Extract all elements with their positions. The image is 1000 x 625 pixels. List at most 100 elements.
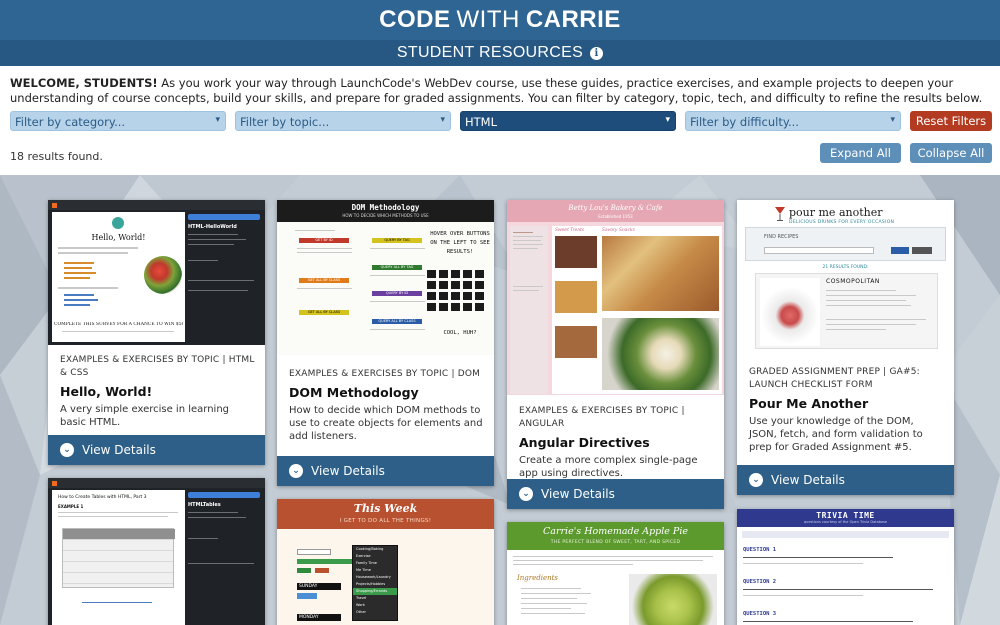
reset-filters-button[interactable]: Reset Filters bbox=[910, 111, 992, 131]
thumb-cool-text: Cool, huh? bbox=[443, 330, 477, 336]
thumb-hover-text: Hover over buttons on the left to see re… bbox=[430, 231, 490, 255]
card-thumbnail: Betty Lou's Bakery & Cafe Established 19… bbox=[507, 200, 724, 395]
thumb-heading: pour me another bbox=[789, 206, 883, 219]
cinnamon-bun-image bbox=[555, 236, 597, 268]
difficulty-filter[interactable]: Filter by difficulty... ▾ bbox=[685, 111, 901, 131]
view-details-button[interactable]: ⌄ View Details bbox=[277, 456, 494, 486]
filter-bar: Filter by category... ▾ Filter by topic.… bbox=[10, 111, 992, 131]
card-title: Pour Me Another bbox=[749, 396, 869, 411]
view-details-button[interactable]: ⌄ View Details bbox=[48, 435, 265, 465]
view-details-label: View Details bbox=[771, 473, 845, 487]
card-thumbnail: How to Create Tables with HTML, Part 3 E… bbox=[48, 478, 265, 625]
thumb-heading: DOM Methodology bbox=[351, 203, 420, 212]
resource-card-this-week: This Week I GET TO DO ALL THE THINGS! SU… bbox=[277, 499, 494, 625]
card-thumbnail: This Week I GET TO DO ALL THE THINGS! SU… bbox=[277, 499, 494, 625]
chevron-down-icon: ▾ bbox=[440, 115, 445, 125]
topic-filter[interactable]: Filter by topic... ▾ bbox=[235, 111, 451, 131]
tech-filter[interactable]: HTML ▾ bbox=[460, 111, 676, 131]
view-details-button[interactable]: ⌄ View Details bbox=[737, 465, 954, 495]
thumb-side-title: HTML-HelloWorld bbox=[188, 224, 237, 230]
resource-card-apple-pie: Carrie's Homemade Apple Pie THE PERFECT … bbox=[507, 522, 724, 625]
muffin-image bbox=[555, 326, 597, 358]
intro-text: WELCOME, STUDENTS! As you work your way … bbox=[10, 76, 990, 106]
site-title: CODE WITH CARRIE bbox=[0, 0, 1000, 40]
card-thumbnail: TRIVIA TIME questions courtesy of the Op… bbox=[737, 509, 954, 625]
thumb-section: Ingredients bbox=[517, 574, 559, 582]
expand-all-button[interactable]: Expand All bbox=[820, 143, 901, 163]
chevron-down-icon: ▾ bbox=[890, 115, 895, 125]
card-description: Use your knowledge of the DOM, JSON, fet… bbox=[749, 416, 923, 453]
resource-card-hello-world: Hello, World! COMPLETE THIS SURVEY FOR A… bbox=[48, 200, 265, 465]
thumb-heading: Betty Lou's Bakery & Cafe bbox=[568, 204, 663, 212]
thumb-side-title: HTMLTables bbox=[188, 502, 221, 508]
thumb-subheading: HOW TO DECIDE WHICH METHODS TO USE bbox=[342, 213, 429, 218]
chevron-down-icon: ⌄ bbox=[289, 464, 303, 478]
example-table bbox=[62, 528, 175, 588]
thumb-heading: Hello, World! bbox=[91, 233, 146, 242]
chevron-down-icon: ⌄ bbox=[60, 443, 74, 457]
apples-image bbox=[629, 574, 717, 625]
thumb-heading: Carrie's Homemade Apple Pie bbox=[543, 526, 688, 537]
thumb-subheading: I GET TO DO ALL THE THINGS! bbox=[339, 518, 432, 524]
results-gallery: Hello, World! COMPLETE THIS SURVEY FOR A… bbox=[0, 175, 1000, 625]
thumb-heading: TRIVIA TIME bbox=[816, 511, 875, 520]
card-description: Create a more complex single-page app us… bbox=[519, 455, 698, 479]
chevron-down-icon: ⌄ bbox=[749, 473, 763, 487]
tech-filter-value: HTML bbox=[465, 115, 498, 129]
thumb-subheading: questions courtesy of the Open Trivia Da… bbox=[803, 520, 888, 524]
card-category: EXAMPLES & EXERCISES BY TOPIC | ANGULAR bbox=[519, 406, 685, 429]
subtitle-text: STUDENT RESOURCES bbox=[396, 44, 584, 61]
thumb-banner: COMPLETE THIS SURVEY FOR A CHANCE TO WIN… bbox=[54, 322, 183, 327]
category-dropdown-open: Cooking/Baking Exercise Family Time Me T… bbox=[352, 545, 398, 621]
card-thumbnail: Hello, World! COMPLETE THIS SURVEY FOR A… bbox=[48, 200, 265, 345]
view-details-label: View Details bbox=[311, 464, 385, 478]
stuffed-squash-image bbox=[602, 236, 719, 311]
title-with: WITH bbox=[456, 6, 520, 33]
salad-image bbox=[602, 318, 719, 390]
view-details-button[interactable]: ⌄ View Details bbox=[507, 479, 724, 509]
category-filter-placeholder: Filter by category... bbox=[15, 115, 126, 129]
thumb-results: 21 RESULTS FOUND: bbox=[822, 265, 869, 270]
card-category: EXAMPLES & EXERCISES BY TOPIC | DOM bbox=[289, 369, 481, 379]
resource-card-angular-directives: Betty Lou's Bakery & Cafe Established 19… bbox=[507, 200, 724, 509]
chevron-down-icon: ▾ bbox=[215, 115, 220, 125]
collapse-all-button[interactable]: Collapse All bbox=[910, 143, 992, 163]
title-carrie: CARRIE bbox=[525, 6, 621, 33]
chevron-down-icon: ⌄ bbox=[519, 487, 533, 501]
thumb-subheading: THE PERFECT BLEND OF SWEET, TART, AND SP… bbox=[550, 540, 681, 545]
difficulty-filter-placeholder: Filter by difficulty... bbox=[690, 115, 799, 129]
cookie-image bbox=[555, 281, 597, 313]
fruit-bowl-image bbox=[144, 256, 182, 294]
resource-card-html-tables: How to Create Tables with HTML, Part 3 E… bbox=[48, 478, 265, 625]
results-count: 18 results found. bbox=[10, 150, 103, 163]
card-description: How to decide which DOM methods to use t… bbox=[289, 405, 483, 442]
card-thumbnail: Carrie's Homemade Apple Pie THE PERFECT … bbox=[507, 522, 724, 625]
resource-card-trivia-time: TRIVIA TIME questions courtesy of the Op… bbox=[737, 509, 954, 625]
thumb-subheading: DELICIOUS DRINKS FOR EVERY OCCASION bbox=[789, 220, 895, 225]
page-subtitle: STUDENT RESOURCES i bbox=[0, 40, 1000, 66]
card-title: DOM Methodology bbox=[289, 385, 419, 400]
view-details-label: View Details bbox=[82, 443, 156, 457]
resource-card-pour-me-another: pour me another DELICIOUS DRINKS FOR EVE… bbox=[737, 200, 954, 495]
card-title: Hello, World! bbox=[60, 384, 153, 399]
card-title: Angular Directives bbox=[519, 435, 650, 450]
thumb-heading: This Week bbox=[353, 502, 418, 515]
card-category: GRADED ASSIGNMENT PREP | GA#5: LAUNCH CH… bbox=[749, 367, 920, 390]
card-thumbnail: DOM Methodology HOW TO DECIDE WHICH METH… bbox=[277, 200, 494, 355]
resource-card-dom-methodology: DOM Methodology HOW TO DECIDE WHICH METH… bbox=[277, 200, 494, 486]
thumb-heading: How to Create Tables with HTML, Part 3 bbox=[58, 495, 147, 500]
cosmopolitan-image bbox=[760, 278, 820, 346]
thumb-subheading: Established 1953 bbox=[598, 214, 633, 219]
info-icon[interactable]: i bbox=[590, 46, 604, 60]
view-details-label: View Details bbox=[541, 487, 615, 501]
cocktail-glass-icon bbox=[775, 206, 785, 221]
topic-filter-placeholder: Filter by topic... bbox=[240, 115, 330, 129]
card-description: A very simple exercise in learning basic… bbox=[60, 404, 230, 428]
category-filter[interactable]: Filter by category... ▾ bbox=[10, 111, 226, 131]
title-code: CODE bbox=[379, 6, 451, 33]
chevron-down-icon: ▾ bbox=[665, 115, 670, 125]
card-thumbnail: pour me another DELICIOUS DRINKS FOR EVE… bbox=[737, 200, 954, 355]
card-category: EXAMPLES & EXERCISES BY TOPIC | HTML & C… bbox=[60, 355, 255, 378]
welcome-label: WELCOME, STUDENTS! bbox=[10, 76, 158, 90]
square-grid bbox=[427, 270, 484, 311]
